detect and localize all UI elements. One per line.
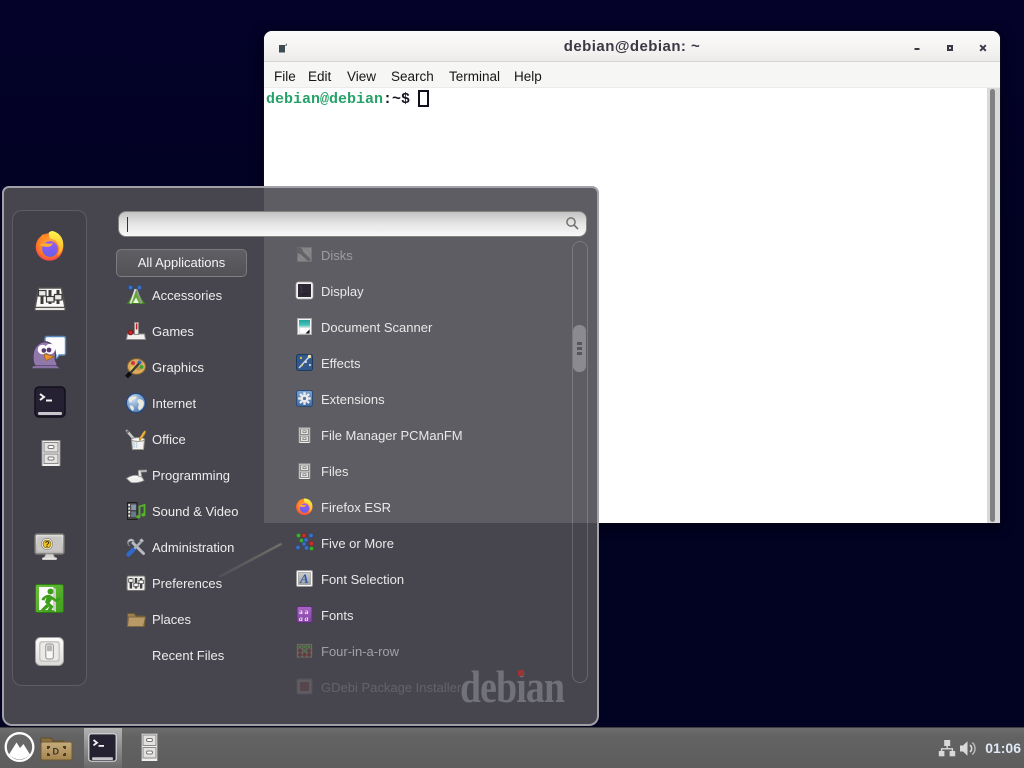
- svg-text:a a: a a: [299, 614, 309, 623]
- svg-text:A: A: [299, 571, 309, 586]
- svg-text:?: ?: [45, 540, 50, 549]
- svg-text:D: D: [53, 747, 60, 757]
